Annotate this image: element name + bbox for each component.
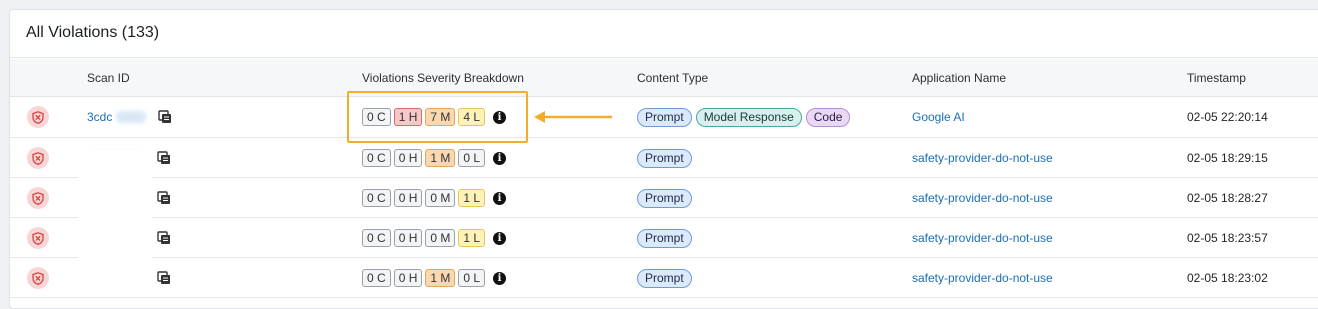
severity-highlight-box (347, 91, 528, 143)
application-name-link[interactable]: Google AI (912, 110, 965, 124)
timestamp: 02-05 22:20:14 (1187, 110, 1268, 124)
application-name-link[interactable]: safety-provider-do-not-use (912, 271, 1053, 285)
shield-x-icon (27, 227, 49, 249)
application-name-link[interactable]: safety-provider-do-not-use (912, 191, 1053, 205)
timestamp: 02-05 18:29:15 (1187, 151, 1268, 165)
content-tag-prompt: Prompt (637, 228, 692, 248)
critical-count-badge: 0 C (362, 269, 391, 287)
shield-x-icon (27, 147, 49, 169)
table-row[interactable]: 0 C 0 H 0 M 1 L i Prompt safety-provider… (10, 178, 1318, 218)
low-count-badge: 0 L (458, 149, 486, 167)
table-row[interactable]: 0 C 0 H 1 M 0 L i Prompt safety-provider… (10, 258, 1318, 298)
medium-count-badge: 1 M (425, 149, 456, 167)
scan-id-link[interactable]: 3cdc (87, 110, 112, 124)
content-tag-prompt: Prompt (637, 107, 692, 127)
header-scan-id[interactable]: Scan ID (87, 59, 130, 97)
critical-count-badge: 0 C (362, 189, 391, 207)
low-count-badge: 1 L (458, 189, 486, 207)
table-row[interactable]: 3cdc 0 C 1 H 7 M 4 L i Prompt Model Respo… (10, 97, 1318, 138)
violations-panel: All Violations (133) Scan ID Violations … (9, 9, 1318, 309)
severity-breakdown: 0 C 0 H 1 M 0 L i (362, 269, 507, 287)
application-name-link[interactable]: safety-provider-do-not-use (912, 231, 1053, 245)
content-tag-model-response: Model Response (695, 107, 802, 127)
application-name-link[interactable]: safety-provider-do-not-use (912, 151, 1053, 165)
high-count-badge: 0 H (393, 149, 423, 167)
shield-x-icon (27, 187, 49, 209)
header-app-name[interactable]: Application Name (912, 59, 1006, 97)
critical-count-badge: 0 C (362, 229, 391, 247)
content-type-tags: Prompt (637, 148, 692, 168)
content-type-tags: Prompt (637, 268, 692, 288)
content-tag-code: Code (805, 107, 851, 127)
medium-count-badge: 0 M (425, 189, 456, 207)
table-header: Scan ID Violations Severity Breakdown Co… (10, 59, 1318, 97)
info-icon[interactable]: i (493, 191, 507, 205)
content-tag-prompt: Prompt (637, 148, 692, 168)
info-icon[interactable]: i (493, 231, 507, 245)
table-row[interactable]: 0 C 0 H 0 M 1 L i Prompt safety-provider… (10, 218, 1318, 258)
timestamp: 02-05 18:28:27 (1187, 191, 1268, 205)
timestamp: 02-05 18:23:02 (1187, 271, 1268, 285)
high-count-badge: 0 H (393, 229, 423, 247)
content-type-tags: Prompt Model Response Code (637, 107, 851, 127)
annotation-arrow-icon (534, 111, 612, 123)
severity-breakdown: 0 C 0 H 0 M 1 L i (362, 189, 507, 207)
low-count-badge: 0 L (458, 269, 486, 287)
redaction-block (78, 150, 152, 296)
redacted-text (116, 111, 147, 123)
critical-count-badge: 0 C (362, 149, 391, 167)
info-icon[interactable]: i (493, 271, 507, 285)
shield-x-icon (27, 106, 49, 128)
copy-icon[interactable] (157, 271, 171, 285)
timestamp: 02-05 18:23:57 (1187, 231, 1268, 245)
header-timestamp[interactable]: Timestamp (1187, 59, 1246, 97)
severity-breakdown: 0 C 0 H 0 M 1 L i (362, 229, 507, 247)
shield-x-icon (27, 267, 49, 289)
content-type-tags: Prompt (637, 228, 692, 248)
low-count-badge: 1 L (458, 229, 486, 247)
panel-title: All Violations (133) (10, 10, 1318, 58)
medium-count-badge: 1 M (425, 269, 456, 287)
copy-icon[interactable] (157, 151, 171, 165)
copy-icon[interactable] (157, 231, 171, 245)
header-content-type[interactable]: Content Type (637, 59, 708, 97)
severity-breakdown: 0 C 0 H 1 M 0 L i (362, 149, 507, 167)
medium-count-badge: 0 M (425, 229, 456, 247)
info-icon[interactable]: i (493, 151, 507, 165)
table-row[interactable]: 0 C 0 H 1 M 0 L i Prompt safety-provider… (10, 138, 1318, 178)
content-tag-prompt: Prompt (637, 188, 692, 208)
copy-icon[interactable] (158, 110, 172, 124)
content-type-tags: Prompt (637, 188, 692, 208)
high-count-badge: 0 H (393, 189, 423, 207)
copy-icon[interactable] (157, 191, 171, 205)
high-count-badge: 0 H (393, 269, 423, 287)
content-tag-prompt: Prompt (637, 268, 692, 288)
